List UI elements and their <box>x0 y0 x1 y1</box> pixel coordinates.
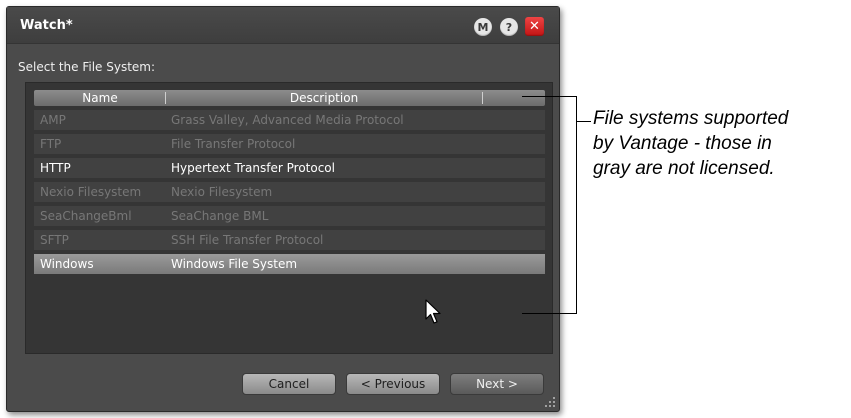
dialog-title: Watch* <box>20 18 73 33</box>
close-icon: ✕ <box>529 19 540 34</box>
previous-button[interactable]: < Previous <box>346 373 440 395</box>
row-description: File Transfer Protocol <box>171 137 296 151</box>
list-item-sftp[interactable]: SFTP SSH File Transfer Protocol <box>34 230 545 250</box>
mouse-pointer-icon <box>425 299 441 324</box>
annotation-bracket-top <box>522 96 577 97</box>
annotation-text: File systems supported by Vantage - thos… <box>593 106 848 181</box>
row-description: SSH File Transfer Protocol <box>171 233 324 247</box>
row-name: HTTP <box>40 161 71 175</box>
list-item-nexio-filesystem[interactable]: Nexio Filesystem Nexio Filesystem <box>34 182 545 202</box>
watch-dialog: Watch* M ? ✕ Select the File System: Nam… <box>6 6 560 412</box>
row-description: Nexio Filesystem <box>171 185 273 199</box>
list-item-amp[interactable]: AMP Grass Valley, Advanced Media Protoco… <box>34 110 545 130</box>
annotation-line: by Vantage - those in <box>593 133 772 154</box>
list-item-http[interactable]: HTTP Hypertext Transfer Protocol <box>34 158 545 178</box>
row-name: AMP <box>40 113 66 127</box>
row-name: Nexio Filesystem <box>40 185 142 199</box>
row-name: SFTP <box>40 233 69 247</box>
list-item-windows[interactable]: Windows Windows File System <box>34 254 545 274</box>
file-system-prompt: Select the File System: <box>18 60 156 74</box>
column-header-description[interactable]: Description <box>166 91 482 105</box>
column-divider[interactable] <box>482 92 483 104</box>
row-description: Windows File System <box>171 257 298 271</box>
annotation-line: File systems supported <box>593 108 789 129</box>
file-system-list: Name Description AMP Grass Valley, Advan… <box>25 82 553 354</box>
row-name: FTP <box>40 137 62 151</box>
annotation-bracket-bottom <box>522 313 577 314</box>
row-name: Windows <box>40 257 94 271</box>
close-button[interactable]: ✕ <box>525 17 544 36</box>
list-item-ftp[interactable]: FTP File Transfer Protocol <box>34 134 545 154</box>
annotation-bracket <box>576 96 577 314</box>
dialog-titlebar[interactable]: Watch* M ? ✕ <box>7 7 559 44</box>
m-button[interactable]: M <box>474 18 492 36</box>
row-description: Grass Valley, Advanced Media Protocol <box>171 113 404 127</box>
next-button[interactable]: Next > <box>450 373 544 395</box>
list-rows: AMP Grass Valley, Advanced Media Protoco… <box>34 110 545 278</box>
row-description: Hypertext Transfer Protocol <box>171 161 335 175</box>
list-header: Name Description <box>34 90 545 106</box>
row-description: SeaChange BML <box>171 209 269 223</box>
cancel-button[interactable]: Cancel <box>242 373 336 395</box>
row-name: SeaChangeBml <box>40 209 132 223</box>
annotation-pointer <box>577 121 591 122</box>
help-button[interactable]: ? <box>500 18 518 36</box>
list-item-seachangebml[interactable]: SeaChangeBml SeaChange BML <box>34 206 545 226</box>
resize-grip-icon[interactable] <box>544 396 556 408</box>
column-header-name[interactable]: Name <box>34 91 166 105</box>
annotation-line: gray are not licensed. <box>593 158 775 179</box>
